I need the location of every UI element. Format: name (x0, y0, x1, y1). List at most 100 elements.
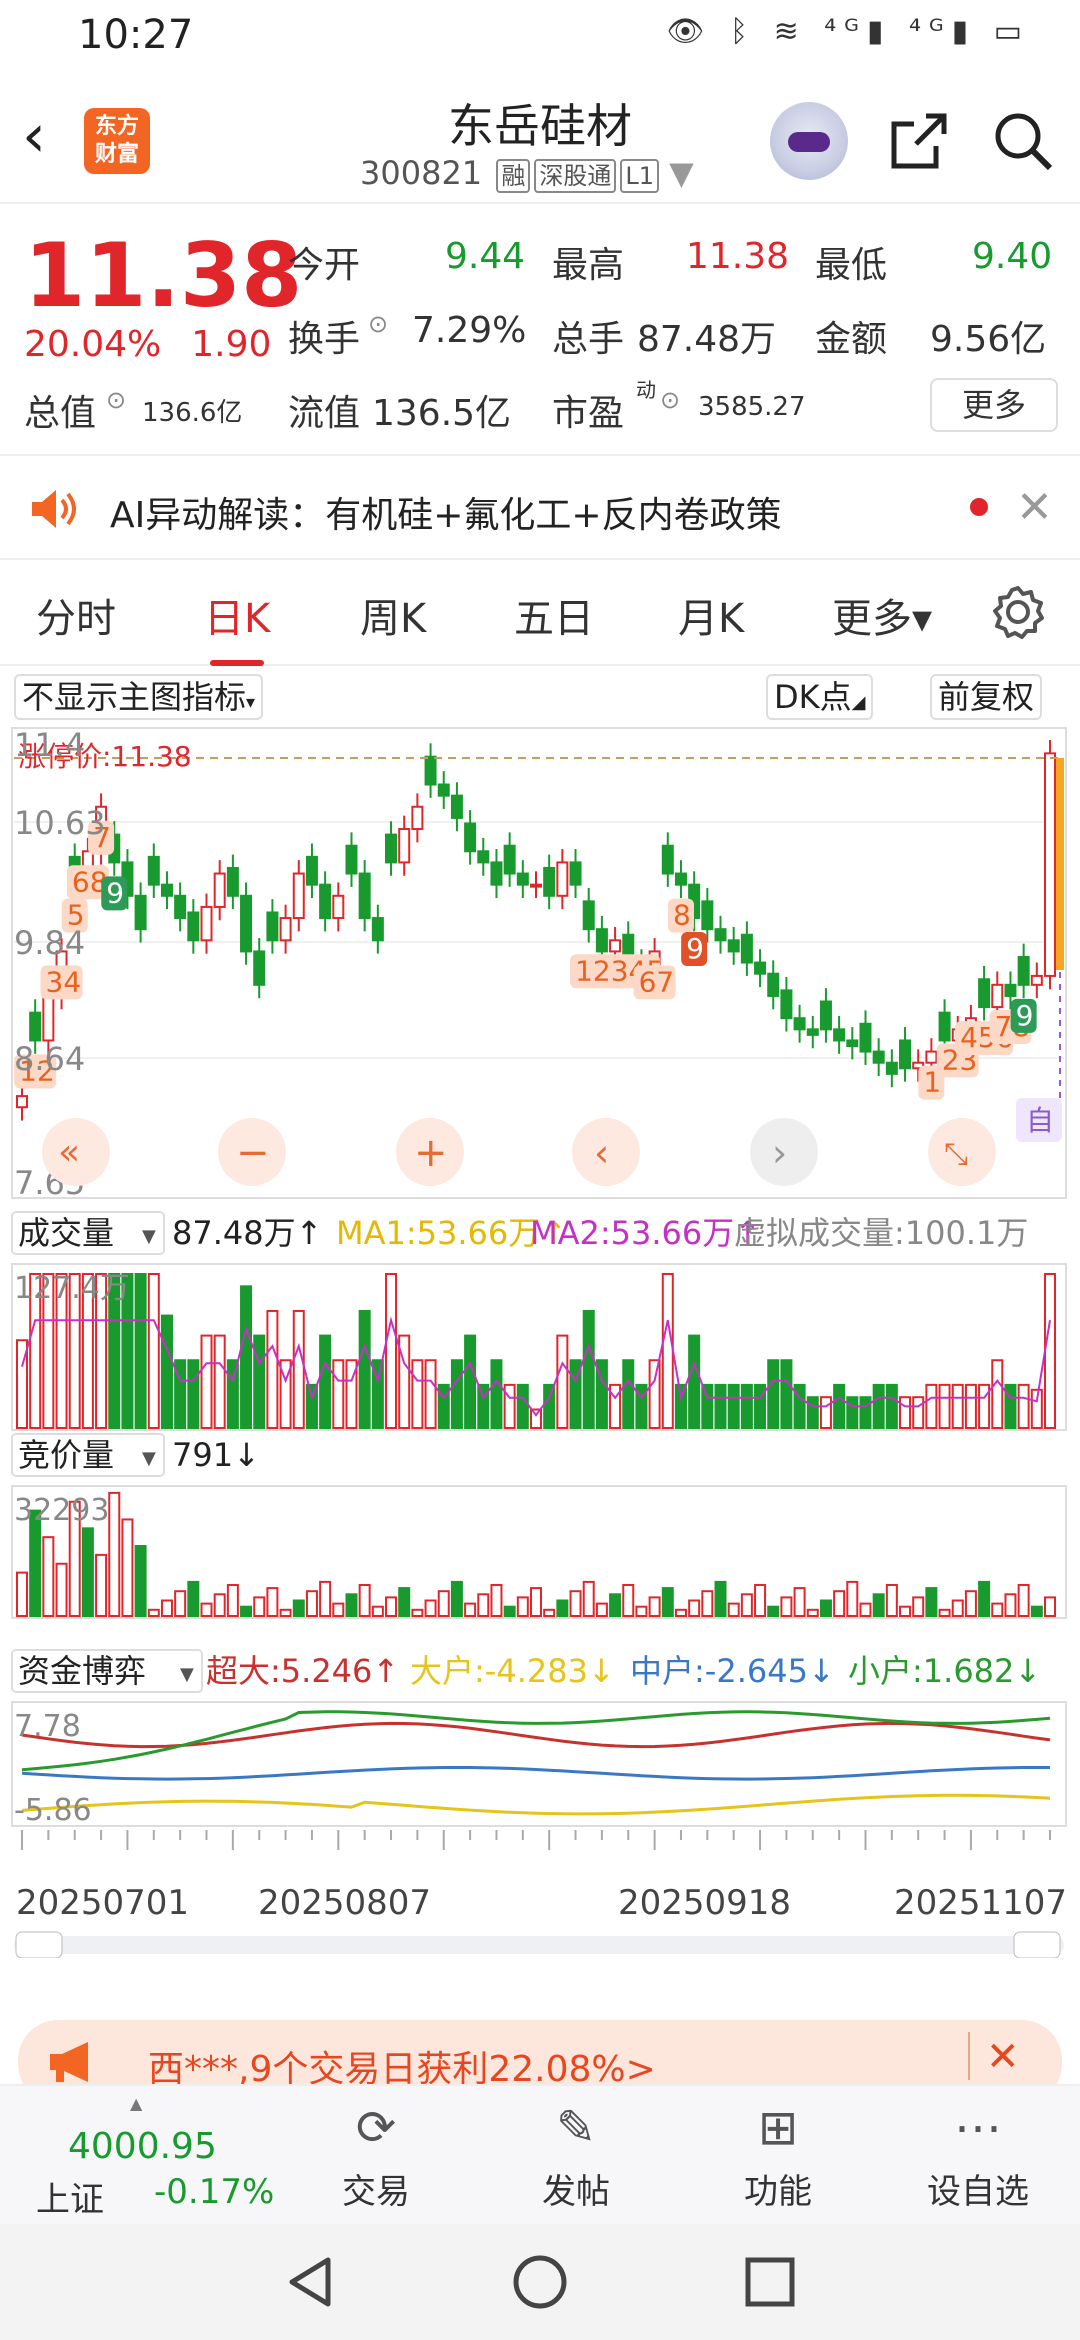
post-icon: ✎ (555, 2100, 597, 2156)
auction-y-label: 32293 (14, 1493, 109, 1528)
range-scrollbar[interactable] (14, 1936, 1064, 1954)
tab-daily[interactable]: 日K (204, 586, 270, 666)
candle-body (780, 989, 793, 1020)
quote-panel: 11.38 20.04% 1.90 今开 9.44 最高 11.38 最低 9.4… (0, 206, 1080, 456)
range-handle-right[interactable] (1013, 1931, 1061, 1958)
auction-bar (121, 1518, 134, 1618)
tab-intraday[interactable]: 分时 (36, 586, 116, 644)
open-label: 今开 (288, 245, 361, 286)
time-ticks (21, 1830, 1051, 1850)
auction-bar (253, 1596, 266, 1618)
volume-bar (661, 1273, 674, 1429)
more-button[interactable]: 更多 (930, 378, 1058, 432)
auction-bar (595, 1602, 608, 1617)
tab-weekly[interactable]: 周K (360, 586, 426, 644)
info-icon[interactable]: ⊙ (660, 386, 680, 414)
y-tick-label: 9.84 (14, 924, 85, 962)
home-nav-icon[interactable] (510, 2252, 570, 2312)
bottom-toolbar: 4000.95 ▲ 上证 -0.17% ⟳ 交易 ✎ 发帖 ⊞ 功能 ⋯ 设自选 (0, 2084, 1080, 2224)
tab-more[interactable]: 更多▾ (832, 586, 932, 644)
expand-icon: ⤡ (944, 1137, 968, 1172)
megaphone-icon (50, 2042, 88, 2082)
candle-body (1017, 956, 1030, 986)
chevron-down-icon[interactable]: ▼ (669, 154, 694, 192)
candle-body (464, 822, 477, 853)
candle-body (490, 861, 503, 886)
settings-icon[interactable] (990, 584, 1046, 640)
post-button[interactable]: ✎ 发帖 (506, 2100, 646, 2213)
candle-body (833, 1028, 846, 1042)
x-tick-label: 20250701 (16, 1883, 189, 1923)
candle-body (345, 844, 358, 875)
search-icon[interactable] (990, 108, 1056, 174)
plus-icon: + (414, 1130, 448, 1176)
recents-nav-icon[interactable] (740, 2252, 800, 2312)
auction-bar (147, 1608, 160, 1617)
stock-code-row: 300821 融深股通 L1 ▼ (360, 154, 694, 193)
indicator-select[interactable]: 不显示主图指标▾ (14, 674, 264, 720)
dk-button[interactable]: DK点◢ (766, 674, 874, 720)
auto-badge-label: 自 (1026, 1104, 1054, 1137)
auction-bar (42, 1536, 55, 1618)
auction-bar (556, 1599, 569, 1617)
indicator-select-label: 不显示主图指标 (22, 678, 247, 716)
auction-bar (305, 1590, 318, 1618)
close-icon[interactable]: ✕ (986, 2034, 1020, 2080)
volume-bar (754, 1383, 767, 1430)
chart-canvas[interactable]: 123475689123456789123456789 涨停价:11.38 11… (0, 726, 1080, 1958)
tab-five-day[interactable]: 五日 (514, 586, 594, 644)
candle-body (213, 872, 226, 908)
volume-bar (951, 1383, 964, 1430)
volume-bar (846, 1396, 859, 1430)
auction-bar (108, 1491, 121, 1618)
watchlist-label: 设自选 (927, 2172, 1029, 2212)
pe-value: 3585.27 (698, 392, 806, 422)
fund-flow-line (21, 1793, 1051, 1816)
candle-body (978, 978, 991, 1009)
apps-button[interactable]: ⊞ 功能 (708, 2100, 848, 2213)
auction-bar (292, 1599, 305, 1617)
chevron-down-icon: ▼ (180, 1664, 194, 1685)
mktcap-value: 136.6亿 (142, 398, 243, 428)
event-marker-label: 67 (639, 965, 675, 998)
candle-body (556, 861, 569, 897)
auction-bar (490, 1584, 503, 1617)
clock: 10:27 (78, 12, 194, 58)
x-tick-label: 20251107 (894, 1883, 1067, 1923)
open-stat: 今开 (288, 236, 360, 288)
info-icon[interactable]: ⊙ (368, 310, 388, 338)
assistant-avatar[interactable] (770, 102, 848, 180)
candle-body (740, 933, 753, 964)
candle-body (885, 1061, 898, 1075)
tab-monthly[interactable]: 月K (678, 586, 744, 644)
candle-body (319, 883, 332, 920)
back-nav-icon[interactable] (280, 2252, 340, 2312)
float-label: 流值 (288, 393, 361, 434)
high-label: 最高 (552, 245, 625, 286)
trade-button[interactable]: ⟳ 交易 (306, 2100, 446, 2213)
add-watchlist-button[interactable]: ⋯ 设自选 (908, 2100, 1048, 2213)
chevron-up-icon[interactable]: ▲ (130, 2094, 142, 2113)
close-icon[interactable]: ✕ (1016, 482, 1053, 533)
auction-bar (806, 1608, 819, 1617)
pe-superscript: 动 (636, 378, 656, 402)
auction-bar (727, 1602, 740, 1617)
ai-insight-bar[interactable]: AI异动解读：有机硅+氟化工+反内卷政策 ✕ (0, 458, 1080, 560)
info-icon[interactable]: ⊙ (106, 386, 126, 414)
volume-bar (385, 1273, 398, 1429)
range-handle-left[interactable] (15, 1931, 63, 1958)
adjust-button[interactable]: 前复权 (930, 674, 1043, 720)
candle-body (305, 855, 318, 886)
fund-flow-large: 大户:-4.283↓ (410, 1652, 615, 1690)
low-label: 最低 (815, 245, 888, 286)
volume-y-label: 127.4万 (14, 1271, 130, 1306)
share-icon[interactable] (886, 108, 952, 174)
volume-summary: 87.48万↑ (172, 1214, 322, 1252)
unread-dot (970, 498, 988, 516)
amount-value: 9.56亿 (930, 319, 1047, 360)
volume-bar (885, 1383, 898, 1430)
volume-bar (964, 1383, 977, 1430)
post-label: 发帖 (542, 2172, 610, 2212)
turnover-label: 换手 (288, 319, 361, 360)
candle-body (253, 950, 266, 986)
